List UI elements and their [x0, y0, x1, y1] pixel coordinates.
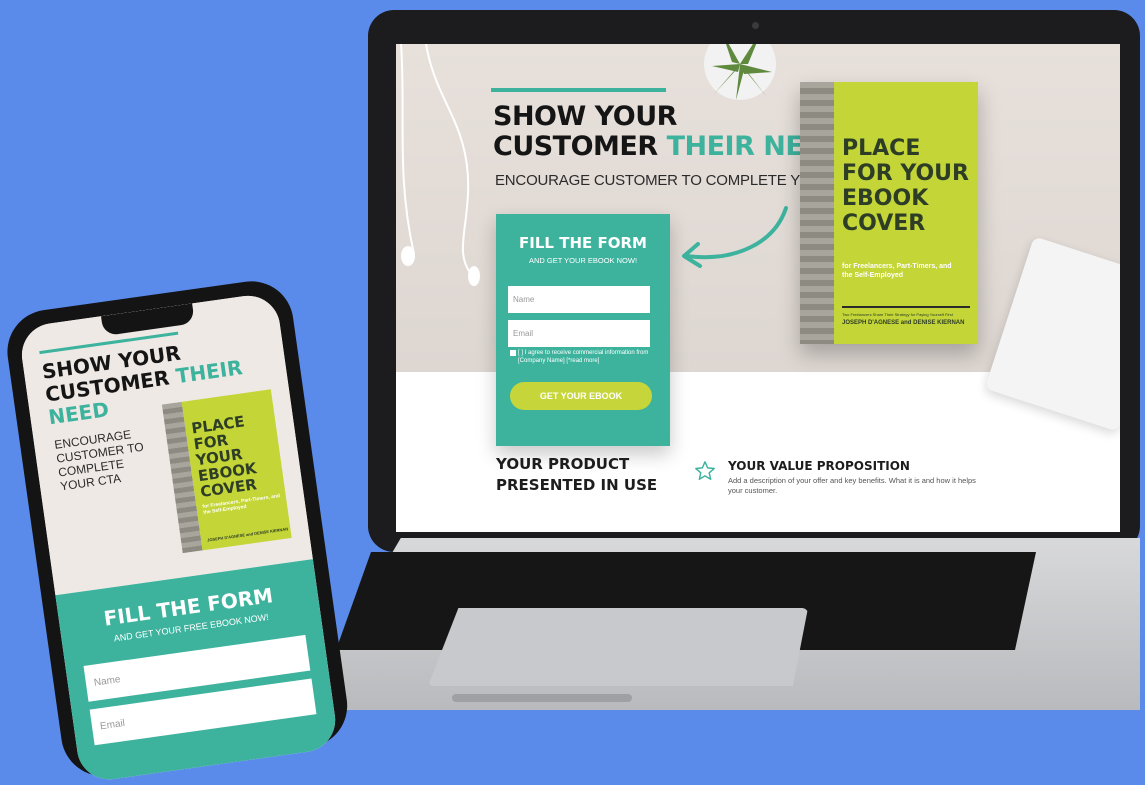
- hero-accent-line: [491, 88, 666, 92]
- ebook-title-line2: FOR YOUR: [842, 161, 969, 186]
- plant-icon: [704, 44, 776, 100]
- ebook-title-line3: EBOOK: [842, 186, 929, 211]
- phone-ebook-title: PLACE FOR YOUR EBOOK COVER: [190, 409, 284, 501]
- ebook-title-line4: COVER: [842, 211, 926, 236]
- product-title-line1: YOUR PRODUCT: [496, 455, 630, 473]
- ebook-tagline: Two Freelancers Share Their Strategy for…: [842, 312, 953, 317]
- hero-title-line2: CUSTOMER THEIR NEED: [493, 131, 844, 162]
- email-input[interactable]: [508, 320, 650, 347]
- name-input[interactable]: [508, 286, 650, 313]
- ebook-title-line1: PLACE: [842, 136, 921, 161]
- hero-title-line1: SHOW YOUR: [493, 101, 677, 132]
- ebook-subtitle: for Freelancers, Part-Timers, and the Se…: [842, 263, 952, 279]
- arrow-icon: [682, 206, 788, 268]
- phone-ebook-cover: PLACE FOR YOUR EBOOK COVER for Freelance…: [161, 389, 292, 554]
- product-title: YOUR PRODUCT PRESENTED IN USE: [496, 454, 657, 496]
- consent-text: [ ] I agree to receive commercial inform…: [518, 350, 649, 364]
- form-title: FILL THE FORM: [519, 234, 647, 252]
- ebook-authors: JOSEPH D'AGNESE and DENISE KIERNAN: [842, 320, 965, 326]
- laptop-screen: SHOW YOUR CUSTOMER THEIR NEED ENCOURAGE …: [396, 44, 1120, 532]
- phone-screen: SHOW YOUR CUSTOMER THEIR NEED ENCOURAGE …: [17, 291, 340, 784]
- ebook-front: PLACE FOR YOUR EBOOK COVER for Freelance…: [834, 82, 978, 344]
- phone-frame: SHOW YOUR CUSTOMER THEIR NEED ENCOURAGE …: [2, 275, 353, 784]
- ebook-cover: PLACE FOR YOUR EBOOK COVER for Freelance…: [800, 82, 978, 344]
- ebook-bill-edge: [800, 82, 834, 344]
- ebook-rule: [842, 306, 970, 308]
- lead-form-card: FILL THE FORM AND GET YOUR EBOOK NOW! [ …: [496, 214, 670, 446]
- value-proposition-description: Add a description of your offer and key …: [728, 476, 976, 495]
- product-title-line2: PRESENTED IN USE: [496, 476, 658, 494]
- value-proposition-title: YOUR VALUE PROPOSITION: [728, 459, 910, 473]
- phone-form-section: FILL THE FORM AND GET YOUR FREE EBOOK NO…: [55, 559, 340, 784]
- hero-title-dark: CUSTOMER: [493, 131, 658, 162]
- get-ebook-button[interactable]: GET YOUR EBOOK: [510, 382, 652, 410]
- laptop-trackpad: [428, 608, 808, 686]
- laptop-base-lip: [452, 694, 632, 702]
- laptop-camera: [752, 22, 759, 29]
- star-icon: [695, 461, 715, 480]
- ebook-title: PLACE FOR YOUR EBOOK COVER: [842, 136, 969, 236]
- hero-title: SHOW YOUR CUSTOMER THEIR NEED: [493, 101, 844, 162]
- form-subtitle: AND GET YOUR EBOOK NOW!: [528, 256, 638, 265]
- consent-checkbox[interactable]: [510, 350, 516, 356]
